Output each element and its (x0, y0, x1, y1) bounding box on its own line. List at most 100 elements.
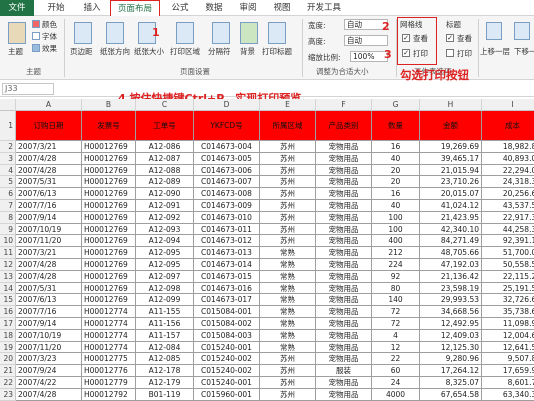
table-cell[interactable]: 22 (372, 353, 420, 366)
table-cell[interactable]: A12-090 (136, 188, 194, 200)
column-header-b[interactable]: B (82, 99, 136, 111)
column-header-h[interactable]: H (420, 99, 482, 111)
row-header[interactable]: 6 (0, 188, 16, 200)
table-cell[interactable]: 21,136.42 (420, 270, 482, 283)
row-header[interactable]: 17 (0, 318, 16, 330)
table-cell[interactable]: 宠物用品 (316, 176, 372, 189)
table-cell[interactable]: A12-178 (136, 365, 194, 377)
table-cell[interactable]: C014673-008 (194, 188, 260, 200)
table-cell[interactable]: C014673-005 (194, 152, 260, 165)
table-cell[interactable]: 宠物用品 (316, 270, 372, 283)
row-header[interactable]: 12 (0, 259, 16, 271)
table-cell[interactable]: C015240-002 (194, 365, 260, 377)
tab-page-layout[interactable]: 页面布局 (110, 0, 160, 16)
table-cell[interactable]: 8,325.07 (420, 377, 482, 389)
send-backward-icon[interactable] (514, 22, 530, 40)
table-cell[interactable]: H00012769 (82, 247, 136, 259)
table-cell[interactable]: 2007/6/13 (16, 294, 82, 307)
table-cell[interactable]: H00012774 (82, 306, 136, 318)
table-cell[interactable]: A12-095 (136, 247, 194, 259)
table-cell[interactable]: 18,982.85 (482, 141, 534, 153)
themes-button[interactable]: 主题 (8, 46, 23, 57)
table-cell[interactable]: 42,340.10 (420, 223, 482, 236)
table-cell[interactable]: H00012769 (82, 294, 136, 307)
table-cell[interactable]: H00012776 (82, 365, 136, 377)
table-cell[interactable]: 常熟 (260, 259, 316, 271)
table-cell[interactable]: 宠物用品 (316, 318, 372, 330)
table-cell[interactable]: A12-086 (136, 141, 194, 153)
print-area-button[interactable]: 打印区域 (170, 46, 200, 57)
bring-forward-icon[interactable] (486, 22, 502, 40)
table-cell[interactable]: 2007/4/28 (16, 270, 82, 283)
table-cell[interactable]: 51,700.03 (482, 247, 534, 259)
table-cell[interactable]: A12-085 (136, 353, 194, 366)
table-cell[interactable]: 2007/4/28 (16, 388, 82, 401)
row-header[interactable]: 21 (0, 365, 16, 377)
table-cell[interactable]: 2007/5/31 (16, 176, 82, 189)
table-cell[interactable]: C014673-007 (194, 176, 260, 189)
table-cell[interactable]: 常熟 (260, 306, 316, 318)
table-cell[interactable]: 92 (372, 270, 420, 283)
breaks-icon[interactable] (212, 22, 230, 44)
table-cell[interactable]: C015084-001 (194, 306, 260, 318)
table-cell[interactable]: 63,340.34 (482, 389, 534, 401)
table-cell[interactable]: C015084-002 (194, 318, 260, 330)
table-cell[interactable]: H00012792 (82, 388, 136, 401)
row-header[interactable]: 2 (0, 141, 16, 153)
table-cell[interactable]: 2007/4/28 (16, 164, 82, 177)
table-cell[interactable]: 2007/3/21 (16, 247, 82, 259)
table-cell[interactable]: 2007/3/21 (16, 141, 82, 153)
row-header[interactable]: 20 (0, 353, 16, 366)
row-header[interactable]: 13 (0, 270, 16, 283)
table-header-cell[interactable]: 发票号 (82, 111, 136, 141)
table-cell[interactable]: A12-095 (136, 259, 194, 271)
table-cell[interactable]: A11-156 (136, 318, 194, 330)
table-cell[interactable]: 常熟 (260, 282, 316, 295)
table-cell[interactable]: C015240-001 (194, 341, 260, 354)
table-cell[interactable]: 2007/9/14 (16, 211, 82, 224)
table-cell[interactable]: 常熟 (260, 329, 316, 342)
table-cell[interactable]: 35,738.66 (482, 306, 534, 318)
table-cell[interactable]: 苏州 (260, 141, 316, 153)
row-header[interactable]: 22 (0, 377, 16, 389)
table-header-cell[interactable]: 产品类别 (316, 111, 372, 141)
table-cell[interactable]: 100 (372, 211, 420, 224)
tab-file[interactable]: 文件 (0, 0, 34, 16)
table-cell[interactable]: 宠物用品 (316, 235, 372, 248)
orientation-icon[interactable] (106, 22, 124, 44)
table-cell[interactable]: 224 (372, 259, 420, 271)
tab-review[interactable]: 审阅 (234, 0, 262, 16)
table-cell[interactable]: 苏州 (260, 388, 316, 401)
table-cell[interactable]: A11-155 (136, 306, 194, 318)
table-cell[interactable]: 苏州 (260, 152, 316, 165)
table-cell[interactable]: H00012774 (82, 318, 136, 330)
table-cell[interactable]: A12-098 (136, 282, 194, 295)
table-cell[interactable]: 29,993.53 (420, 294, 482, 307)
table-cell[interactable]: 40 (372, 200, 420, 212)
table-cell[interactable]: 67,654.58 (420, 388, 482, 401)
table-cell[interactable]: C015240-002 (194, 353, 260, 366)
row-header[interactable]: 15 (0, 294, 16, 307)
row-header[interactable]: 4 (0, 164, 16, 177)
table-cell[interactable]: A12-179 (136, 377, 194, 389)
table-cell[interactable]: 苏州 (260, 353, 316, 366)
table-cell[interactable]: C014673-006 (194, 164, 260, 177)
table-cell[interactable]: 23,710.26 (420, 176, 482, 189)
table-cell[interactable]: C014673-014 (194, 259, 260, 271)
tab-view[interactable]: 视图 (268, 0, 296, 16)
table-cell[interactable]: 72 (372, 318, 420, 330)
send-backward-button[interactable]: 下移一 (514, 46, 534, 57)
table-cell[interactable]: C014673-004 (194, 141, 260, 153)
table-cell[interactable]: A11-157 (136, 329, 194, 342)
table-cell[interactable]: 2007/11/20 (16, 235, 82, 248)
table-cell[interactable]: A12-099 (136, 294, 194, 307)
table-cell[interactable]: A12-091 (136, 200, 194, 212)
table-cell[interactable]: H00012769 (82, 259, 136, 271)
table-cell[interactable]: 80 (372, 282, 420, 295)
table-cell[interactable]: C014673-012 (194, 235, 260, 248)
table-cell[interactable]: 苏州 (260, 235, 316, 248)
table-cell[interactable]: C014673-016 (194, 282, 260, 295)
table-cell[interactable]: 60 (372, 365, 420, 377)
row-header[interactable]: 19 (0, 341, 16, 354)
table-cell[interactable]: C014673-011 (194, 223, 260, 236)
